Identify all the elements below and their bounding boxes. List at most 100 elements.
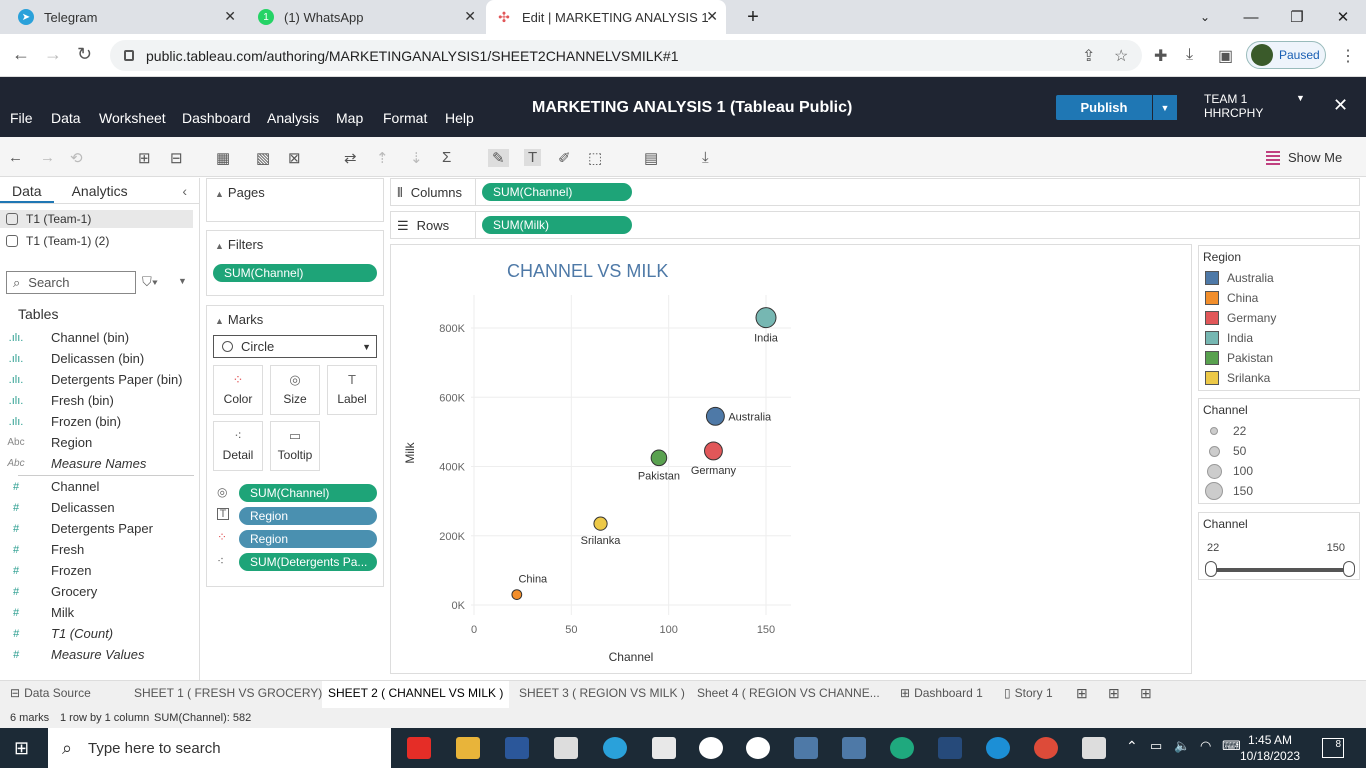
browser-tab-tableau[interactable]: ✣ Edit | MARKETING ANALYSIS 1 ✕ [486, 0, 726, 34]
filter-pill[interactable]: SUM(Channel) [213, 264, 377, 282]
battery-icon[interactable]: ▭ [1150, 738, 1162, 754]
file-explorer-icon[interactable] [456, 737, 480, 759]
mark-pill-label[interactable]: Region [239, 507, 377, 525]
scatter-point[interactable] [705, 406, 725, 426]
swap-icon[interactable]: ⇄ [344, 149, 357, 167]
new-tab-button[interactable]: + [730, 0, 776, 34]
youtube-icon[interactable] [407, 737, 431, 759]
legend-item[interactable]: Pakistan [1199, 348, 1359, 368]
field-search-input[interactable]: ⌕ Search [6, 271, 136, 294]
app-icon[interactable] [890, 737, 914, 759]
tab-data[interactable]: Data [0, 178, 54, 203]
field-item[interactable]: # Milk [0, 602, 200, 623]
browser-tab-whatsapp[interactable]: 1 (1) WhatsApp ✕ [248, 0, 484, 34]
tab-search-icon[interactable]: ⌄ [1182, 0, 1228, 34]
mark-pill-detail[interactable]: SUM(Detergents Pa... [239, 553, 377, 571]
taskbar-clock[interactable]: 1:45 AM 10/18/2023 [1240, 732, 1300, 764]
edge-icon[interactable] [986, 737, 1010, 759]
app-icon[interactable] [652, 737, 676, 759]
edit-axes-icon[interactable]: ✐ [558, 149, 571, 167]
share-icon[interactable]: ⇪ [1082, 46, 1095, 66]
user-menu-chevron-icon[interactable]: ▼ [1296, 93, 1305, 103]
minimize-button[interactable]: — [1228, 0, 1274, 34]
field-item[interactable]: # Fresh [0, 539, 200, 560]
tab-sheet-1[interactable]: SHEET 1 ( FRESH VS GROCERY) [134, 686, 322, 700]
field-item[interactable]: # Delicassen [0, 497, 200, 518]
replay-icon[interactable]: ⟲ [70, 149, 83, 167]
data-source-item[interactable]: T1 (Team-1) (2) [0, 232, 199, 250]
field-item[interactable]: .ılı. Delicassen (bin) [0, 348, 200, 369]
scatter-point[interactable] [704, 441, 723, 461]
filters-card[interactable]: ▲ Filters SUM(Channel) [206, 230, 384, 296]
range-min-handle[interactable] [1205, 561, 1217, 577]
menu-data[interactable]: Data [51, 110, 81, 126]
menu-file[interactable]: File [10, 110, 33, 126]
legend-item[interactable]: Australia [1199, 268, 1359, 288]
menu-dashboard[interactable]: Dashboard [182, 110, 251, 126]
new-dashboard-tab-icon[interactable]: ⊞ [1108, 685, 1120, 702]
notifications-icon[interactable]: 8 [1322, 738, 1344, 758]
menu-help[interactable]: Help [445, 110, 474, 126]
close-tab-icon[interactable]: ✕ [706, 8, 718, 25]
close-window-button[interactable]: ✕ [1320, 0, 1366, 34]
taskbar-search-input[interactable]: ⌕ Type here to search [48, 728, 391, 768]
close-tab-icon[interactable]: ✕ [464, 8, 476, 25]
download-icon[interactable]: ⤓ [1186, 46, 1193, 64]
extensions-icon[interactable]: ✚ [1154, 46, 1167, 66]
download-sheet-icon[interactable]: ⤓ [702, 149, 709, 166]
tab-analytics[interactable]: Analytics [54, 178, 140, 203]
wifi-icon[interactable]: ◠ [1200, 738, 1211, 754]
menu-worksheet[interactable]: Worksheet [99, 110, 166, 126]
new-worksheet-tab-icon[interactable]: ⊞ [1076, 685, 1088, 702]
close-editor-icon[interactable]: ✕ [1333, 95, 1348, 116]
field-item[interactable]: .ılı. Channel (bin) [0, 327, 200, 348]
legend-item[interactable]: Srilanka [1199, 368, 1359, 388]
collapse-icon[interactable]: ▲ [215, 316, 224, 326]
show-labels-icon[interactable]: T [524, 149, 542, 166]
word-icon[interactable] [505, 737, 529, 759]
telegram-taskbar-icon[interactable] [603, 737, 627, 759]
publish-button[interactable]: Publish [1056, 95, 1152, 120]
mark-pill-color[interactable]: Region [239, 530, 377, 548]
bookmark-star-icon[interactable]: ☆ [1114, 46, 1128, 66]
publish-dropdown-icon[interactable]: ▼ [1153, 95, 1177, 120]
size-button[interactable]: ◎ Size [270, 365, 320, 415]
presentation-icon[interactable]: ▤ [644, 149, 658, 167]
reload-icon[interactable]: ↻ [77, 44, 92, 65]
columns-pill[interactable]: SUM(Channel) [482, 183, 632, 201]
field-item[interactable]: .ılı. Fresh (bin) [0, 390, 200, 411]
fit-icon[interactable]: ⬚ [588, 149, 602, 167]
browser-menu-icon[interactable]: ⋮ [1340, 46, 1356, 66]
tab-sheet-3[interactable]: SHEET 3 ( REGION VS MILK ) [519, 686, 685, 700]
scatter-plot[interactable]: 0K 200K 400K 600K 800K 0 50 100 150 Channel Milk In… [391, 245, 1191, 673]
range-slider-track[interactable] [1211, 568, 1349, 572]
color-button[interactable]: ⁘ Color [213, 365, 263, 415]
detail-button[interactable]: ⁖ Detail [213, 421, 263, 471]
restore-button[interactable]: ❐ [1274, 0, 1320, 34]
collapse-icon[interactable]: ▲ [215, 189, 224, 199]
menu-format[interactable]: Format [383, 110, 427, 126]
field-item[interactable]: Abc Region [0, 432, 200, 453]
totals-icon[interactable]: Σ [442, 149, 451, 166]
field-item[interactable]: # Grocery [0, 581, 200, 602]
forward-icon[interactable]: → [44, 44, 62, 65]
new-story-tab-icon[interactable]: ⊞ [1140, 685, 1152, 702]
back-icon[interactable]: ← [12, 44, 30, 65]
field-item[interactable]: # T1 (Count) [0, 623, 200, 644]
mark-pill-size[interactable]: SUM(Channel) [239, 484, 377, 502]
app-icon[interactable] [699, 737, 723, 759]
pages-card[interactable]: ▲ Pages [206, 178, 384, 222]
legend-item[interactable]: China [1199, 288, 1359, 308]
github-icon[interactable] [746, 737, 770, 759]
tooltip-button[interactable]: ▭ Tooltip [270, 421, 320, 471]
pause-updates-icon[interactable]: ⊟ [170, 149, 183, 167]
mail-icon[interactable] [554, 737, 578, 759]
collapse-icon[interactable]: ▲ [215, 241, 224, 251]
browser-tab-telegram[interactable]: ➤ Telegram ✕ [8, 0, 244, 34]
field-item[interactable]: # Channel [0, 476, 200, 497]
tab-data-source[interactable]: ⊟ Data Source [10, 686, 91, 700]
menu-map[interactable]: Map [336, 110, 363, 126]
data-source-item[interactable]: T1 (Team-1) [0, 210, 193, 228]
tableau-taskbar-icon[interactable] [842, 737, 866, 759]
field-item[interactable]: .ılı. Detergents Paper (bin) [0, 369, 200, 390]
